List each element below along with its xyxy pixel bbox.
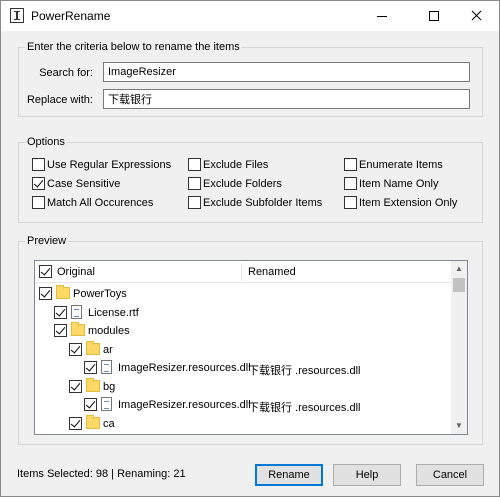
scroll-thumb[interactable] [453,278,465,292]
minimize-button[interactable] [359,1,405,31]
option-label[interactable]: Exclude Subfolder Items [203,197,322,209]
option-label[interactable]: Case Sensitive [47,178,120,190]
option-label[interactable]: Exclude Files [203,159,268,171]
row-checkbox[interactable] [69,379,82,393]
tree-row[interactable]: ImageResizer.resources.dll下载银行 .resource… [35,396,453,414]
tree-row[interactable]: ar [35,340,453,358]
minimize-icon [377,16,387,17]
original-name: ar [103,343,113,356]
file-icon [101,434,112,435]
preview-scrollbar[interactable]: ▲ ▼ [451,261,467,434]
tree-row[interactable]: ca [35,414,453,432]
row-checkbox[interactable] [84,398,97,411]
row-checkbox[interactable] [54,324,67,337]
title-bar[interactable]: PowerRename [1,1,499,31]
scroll-down-icon[interactable]: ▼ [451,418,467,434]
preview-tree[interactable]: Original Renamed PowerToys License.rtf mod… [34,260,468,435]
options-group-label: Options [25,136,67,148]
original-name: PowerToys [73,288,127,300]
original-column-header[interactable]: Original [57,266,95,278]
row-checkbox[interactable] [69,416,82,430]
tree-row[interactable]: License.rtf [35,304,453,321]
option-checkbox[interactable] [32,177,45,190]
preview-group-label: Preview [25,235,69,247]
option-label[interactable]: Exclude Folders [203,178,282,190]
option-checkbox[interactable] [344,196,357,209]
original-name: modules [88,325,130,337]
criteria-group-label: Enter the criteria below to rename the i… [25,41,242,53]
tree-row[interactable]: modules [35,322,453,339]
option-checkbox[interactable] [32,196,45,209]
original-name: ca [103,417,115,430]
folder-icon [86,414,100,429]
status-text: Items Selected: 98 | Renaming: 21 [17,468,186,480]
tree-row[interactable]: PowerToys [35,285,453,302]
powerrename-window: PowerRename Enter the criteria below to … [0,0,500,497]
tree-row[interactable]: ImageResizer.resources.dll下载银行 .resource… [35,359,453,377]
option-label[interactable]: Item Extension Only [359,197,457,209]
original-name: ImageResizer.resources.dll [118,362,251,374]
original-name: bg [103,380,116,393]
option-checkbox[interactable] [188,196,201,209]
option-checkbox[interactable] [188,158,201,171]
powerrename-app-icon [10,8,24,23]
folder-icon [56,285,70,299]
window-title: PowerRename [31,9,111,23]
file-icon [101,397,112,411]
option-checkbox[interactable] [344,158,357,171]
original-name: License.rtf [88,306,139,319]
option-label[interactable]: Item Name Only [359,178,438,190]
option-checkbox[interactable] [344,177,357,190]
option-label[interactable]: Enumerate Items [359,159,443,171]
renamed-column-header[interactable]: Renamed [248,266,296,278]
preview-header: Original Renamed [35,261,453,283]
help-button[interactable]: Help [333,464,401,486]
column-divider[interactable] [241,263,242,281]
maximize-button[interactable] [411,1,457,31]
tree-row[interactable]: ImageResizer.resources.dll下载银行 .resource… [35,433,453,435]
original-name: ImageResizer.resources.dll [118,399,251,411]
replace-label: Replace with: [26,94,93,106]
file-icon [101,360,112,374]
select-all-checkbox[interactable] [39,265,52,278]
folder-icon [86,340,100,355]
maximize-icon [429,11,439,21]
row-checkbox[interactable] [69,342,82,356]
option-label[interactable]: Use Regular Expressions [47,159,171,171]
search-label: Search for: [39,67,93,79]
renamed-name: 下载银行 .resources.dll [248,402,361,414]
rename-button[interactable]: Rename [255,464,323,486]
option-checkbox[interactable] [32,158,45,171]
scroll-up-icon[interactable]: ▲ [451,261,467,277]
option-label[interactable]: Match All Occurences [47,197,153,209]
file-icon [71,304,82,319]
search-input[interactable] [103,62,470,82]
cancel-button[interactable]: Cancel [416,464,484,486]
row-checkbox[interactable] [39,287,52,300]
folder-icon [71,322,85,336]
close-button[interactable] [453,1,499,31]
option-checkbox[interactable] [188,177,201,190]
row-checkbox[interactable] [84,361,97,374]
replace-input[interactable] [103,89,470,109]
renamed-name: 下载银行 .resources.dll [248,365,361,377]
tree-row[interactable]: bg [35,377,453,395]
folder-icon [86,377,100,392]
row-checkbox[interactable] [54,305,67,319]
